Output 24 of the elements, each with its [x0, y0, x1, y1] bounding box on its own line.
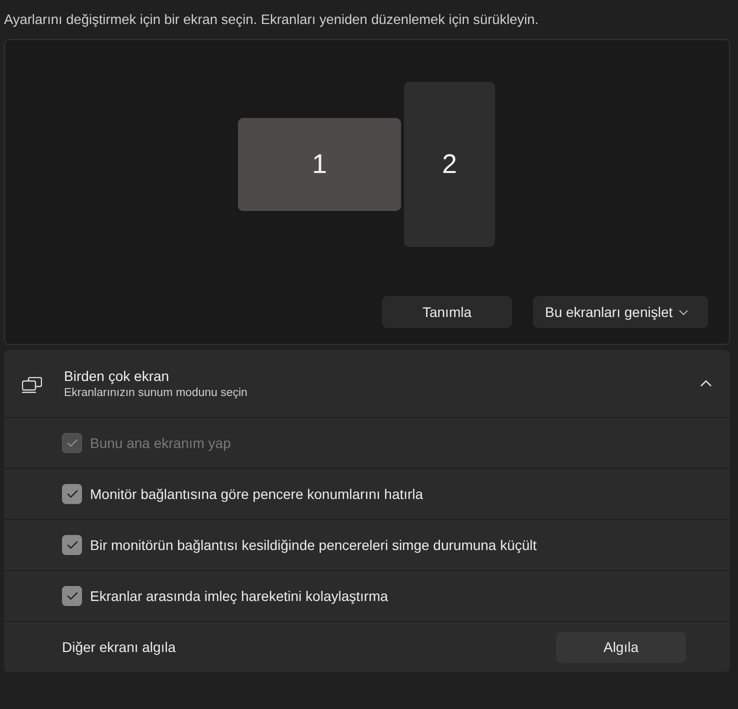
check-icon	[66, 490, 78, 498]
check-icon	[66, 439, 78, 447]
display-mode-dropdown[interactable]: Bu ekranları genişlet	[533, 296, 708, 328]
detect-button[interactable]: Algıla	[556, 632, 686, 662]
checkbox[interactable]	[62, 586, 82, 606]
check-icon	[66, 592, 78, 600]
section-title: Birden çok ekran	[64, 368, 170, 384]
checkbox-label: Monitör bağlantısına göre pencere konumlarını hatırla	[90, 486, 424, 502]
checkbox-label: Bunu ana ekranım yap	[90, 435, 231, 451]
display-tile[interactable]: 2	[404, 82, 495, 247]
multiple-displays-header[interactable]: Birden çok ekran Ekranlarınızın sunum modunu seçin	[4, 350, 730, 417]
caret-down-icon	[679, 310, 688, 314]
check-icon	[66, 541, 78, 549]
instruction-text: Ayarlarını değiştirmek için bir ekran seçin. Ekranları yeniden düzenlemek için sürükleyin.	[4, 11, 539, 29]
checkbox[interactable]	[62, 535, 82, 555]
checkbox-label: Bir monitörün bağlantısı kesildiğinde pencereleri simge durumuna küçült	[90, 537, 537, 553]
section-subtitle: Ekranlarınızın sunum modunu seçin	[64, 387, 248, 399]
identify-button[interactable]: Tanımla	[382, 296, 512, 328]
multiple-monitors-icon	[22, 376, 42, 392]
detect-label: Diğer ekranı algıla	[62, 639, 176, 655]
chevron-up-icon[interactable]	[700, 380, 712, 387]
display-tile[interactable]: 1	[238, 118, 401, 211]
checkbox[interactable]	[62, 484, 82, 504]
checkbox-label: Ekranlar arasında imleç hareketini kolaylaştırma	[90, 588, 388, 604]
